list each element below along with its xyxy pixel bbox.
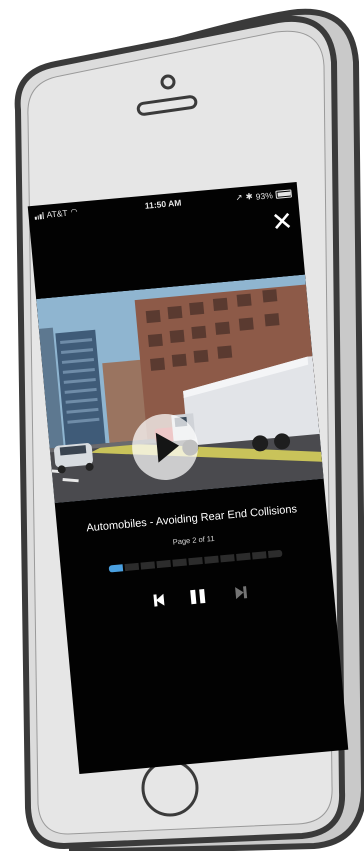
location-icon: ↗ <box>235 191 244 203</box>
progress-segment <box>220 554 235 563</box>
close-icon[interactable]: ✕ <box>267 205 297 237</box>
play-icon <box>155 430 181 463</box>
progress-segment <box>267 549 283 559</box>
progress-segment <box>252 551 267 560</box>
home-button[interactable] <box>141 759 199 817</box>
phone-mockup: AT&T ◠ 11:50 AM ↗ ✱ 93% ✕ Automobiles - … <box>0 0 364 851</box>
page-progress-bar[interactable] <box>108 549 283 573</box>
battery-icon <box>275 188 292 199</box>
progress-segment <box>124 562 140 572</box>
progress-segment <box>204 555 219 564</box>
skip-previous-icon[interactable] <box>153 592 166 609</box>
status-right: ↗ ✱ 93% <box>235 187 292 203</box>
app-screen: AT&T ◠ 11:50 AM ↗ ✱ 93% ✕ Automobiles - … <box>27 181 349 775</box>
bluetooth-icon: ✱ <box>245 190 254 202</box>
progress-segment <box>140 561 156 570</box>
progress-segment <box>172 558 187 567</box>
progress-segment <box>188 557 203 566</box>
progress-segment <box>236 552 251 561</box>
video-player[interactable] <box>36 274 324 504</box>
battery-label: 93% <box>255 189 274 202</box>
media-controls <box>64 576 335 620</box>
progress-segment <box>108 564 124 573</box>
skip-next-icon[interactable] <box>235 584 248 601</box>
pause-icon[interactable] <box>190 588 207 605</box>
progress-segment <box>156 559 171 569</box>
